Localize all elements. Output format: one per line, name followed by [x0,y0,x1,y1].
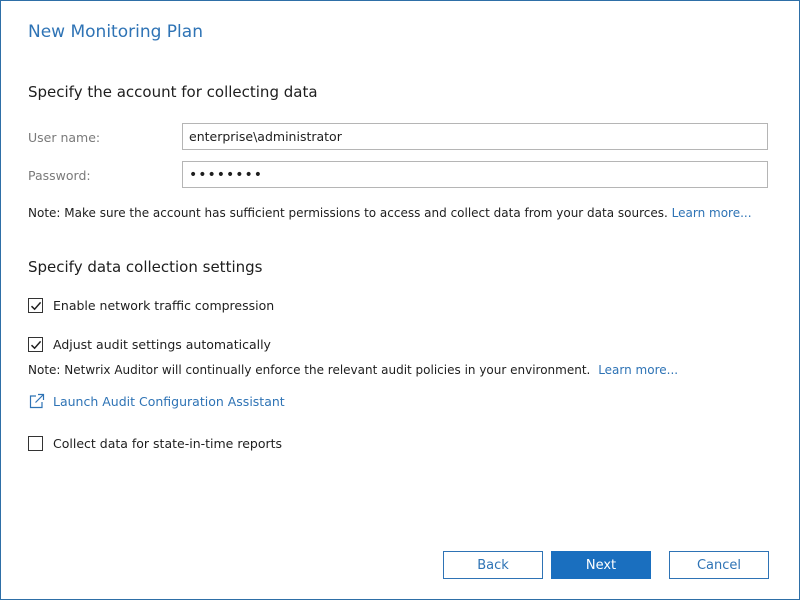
launch-assistant-link[interactable]: Launch Audit Configuration Assistant [28,393,285,410]
cancel-button[interactable]: Cancel [669,551,769,579]
compression-option[interactable]: Enable network traffic compression [28,298,274,313]
back-button[interactable]: Back [443,551,543,579]
username-input[interactable] [182,123,768,150]
audit-note-text: Note: Netwrix Auditor will continually e… [28,363,591,377]
audit-settings-label: Adjust audit settings automatically [53,337,271,352]
external-link-icon [29,393,45,409]
audit-note: Note: Netwrix Auditor will continually e… [28,363,678,377]
password-input[interactable] [182,161,768,188]
launch-assistant-label: Launch Audit Configuration Assistant [53,394,285,409]
state-in-time-checkbox[interactable] [28,436,43,451]
checkmark-icon [30,340,42,350]
account-learn-more-link[interactable]: Learn more... [672,206,752,220]
state-in-time-label: Collect data for state-in-time reports [53,436,283,451]
compression-label: Enable network traffic compression [53,298,275,313]
collection-section-heading: Specify data collection settings [28,258,263,276]
audit-learn-more-link[interactable]: Learn more... [598,363,678,377]
window-title: New Monitoring Plan [28,22,203,42]
account-note: Note: Make sure the account has sufficie… [28,206,752,220]
audit-settings-checkbox[interactable] [28,337,43,352]
state-in-time-option[interactable]: Collect data for state-in-time reports [28,436,282,451]
compression-checkbox[interactable] [28,298,43,313]
checkmark-icon [30,301,42,311]
account-note-text: Note: Make sure the account has sufficie… [28,206,668,220]
username-label: User name: [28,130,101,145]
password-label: Password: [28,168,91,183]
next-button[interactable]: Next [551,551,651,579]
monitoring-plan-window: New Monitoring Plan Specify the account … [0,0,800,600]
account-section-heading: Specify the account for collecting data [28,83,318,101]
audit-settings-option[interactable]: Adjust audit settings automatically [28,337,271,352]
